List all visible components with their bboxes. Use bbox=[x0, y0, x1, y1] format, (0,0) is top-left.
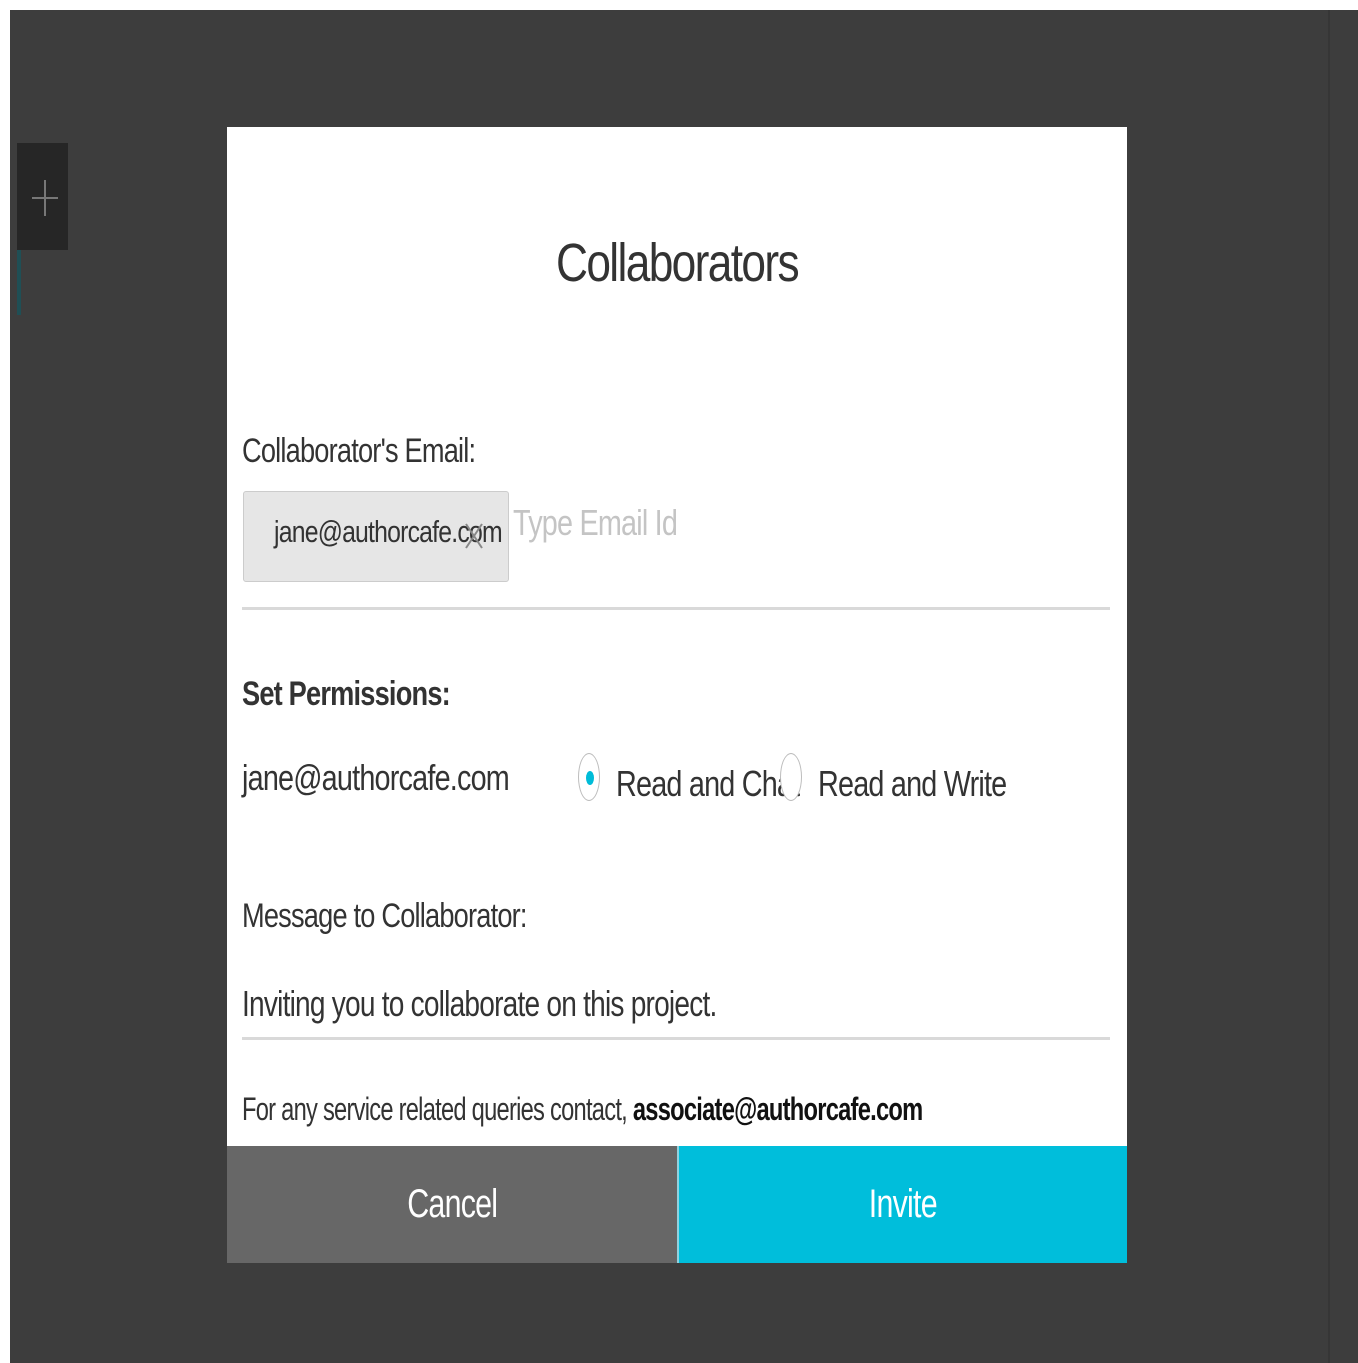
radio-button[interactable] bbox=[578, 753, 600, 801]
dialog-title: Collaborators bbox=[555, 233, 800, 293]
cancel-button-label: Cancel bbox=[406, 1182, 498, 1226]
collaborators-dialog: Collaborators Collaborator's Email: jane… bbox=[227, 127, 1127, 1263]
radio-read-and-write[interactable]: Read and Write bbox=[780, 753, 1007, 809]
permission-email: jane@authorcafe.com bbox=[242, 757, 510, 798]
radio-read-and-chat[interactable]: Read and Chat bbox=[578, 753, 800, 809]
radio-button[interactable] bbox=[780, 753, 802, 801]
permissions-label: Set Permissions: bbox=[242, 675, 451, 713]
email-chip: jane@authorcafe.com bbox=[243, 491, 509, 582]
invite-button-label: Invite bbox=[868, 1182, 938, 1226]
plus-icon bbox=[32, 180, 58, 216]
radio-selected-dot bbox=[586, 771, 594, 785]
support-email[interactable]: associate@authorcafe.com bbox=[633, 1091, 923, 1127]
support-note-text: For any service related queries contact, bbox=[242, 1091, 628, 1127]
invite-button[interactable]: Invite bbox=[677, 1146, 1127, 1263]
cancel-button[interactable]: Cancel bbox=[227, 1146, 677, 1263]
email-input[interactable] bbox=[513, 495, 961, 551]
close-icon[interactable] bbox=[460, 516, 488, 556]
message-divider bbox=[242, 1037, 1110, 1040]
email-label: Collaborator's Email: bbox=[242, 432, 476, 470]
message-label: Message to Collaborator: bbox=[242, 897, 527, 935]
backdrop-divider bbox=[1328, 10, 1330, 1363]
email-divider bbox=[242, 607, 1110, 610]
support-note: For any service related queries contact,… bbox=[242, 1091, 923, 1128]
radio-label: Read and Chat bbox=[616, 763, 800, 804]
radio-label: Read and Write bbox=[818, 763, 1007, 804]
message-input[interactable]: Inviting you to collaborate on this proj… bbox=[242, 983, 717, 1025]
